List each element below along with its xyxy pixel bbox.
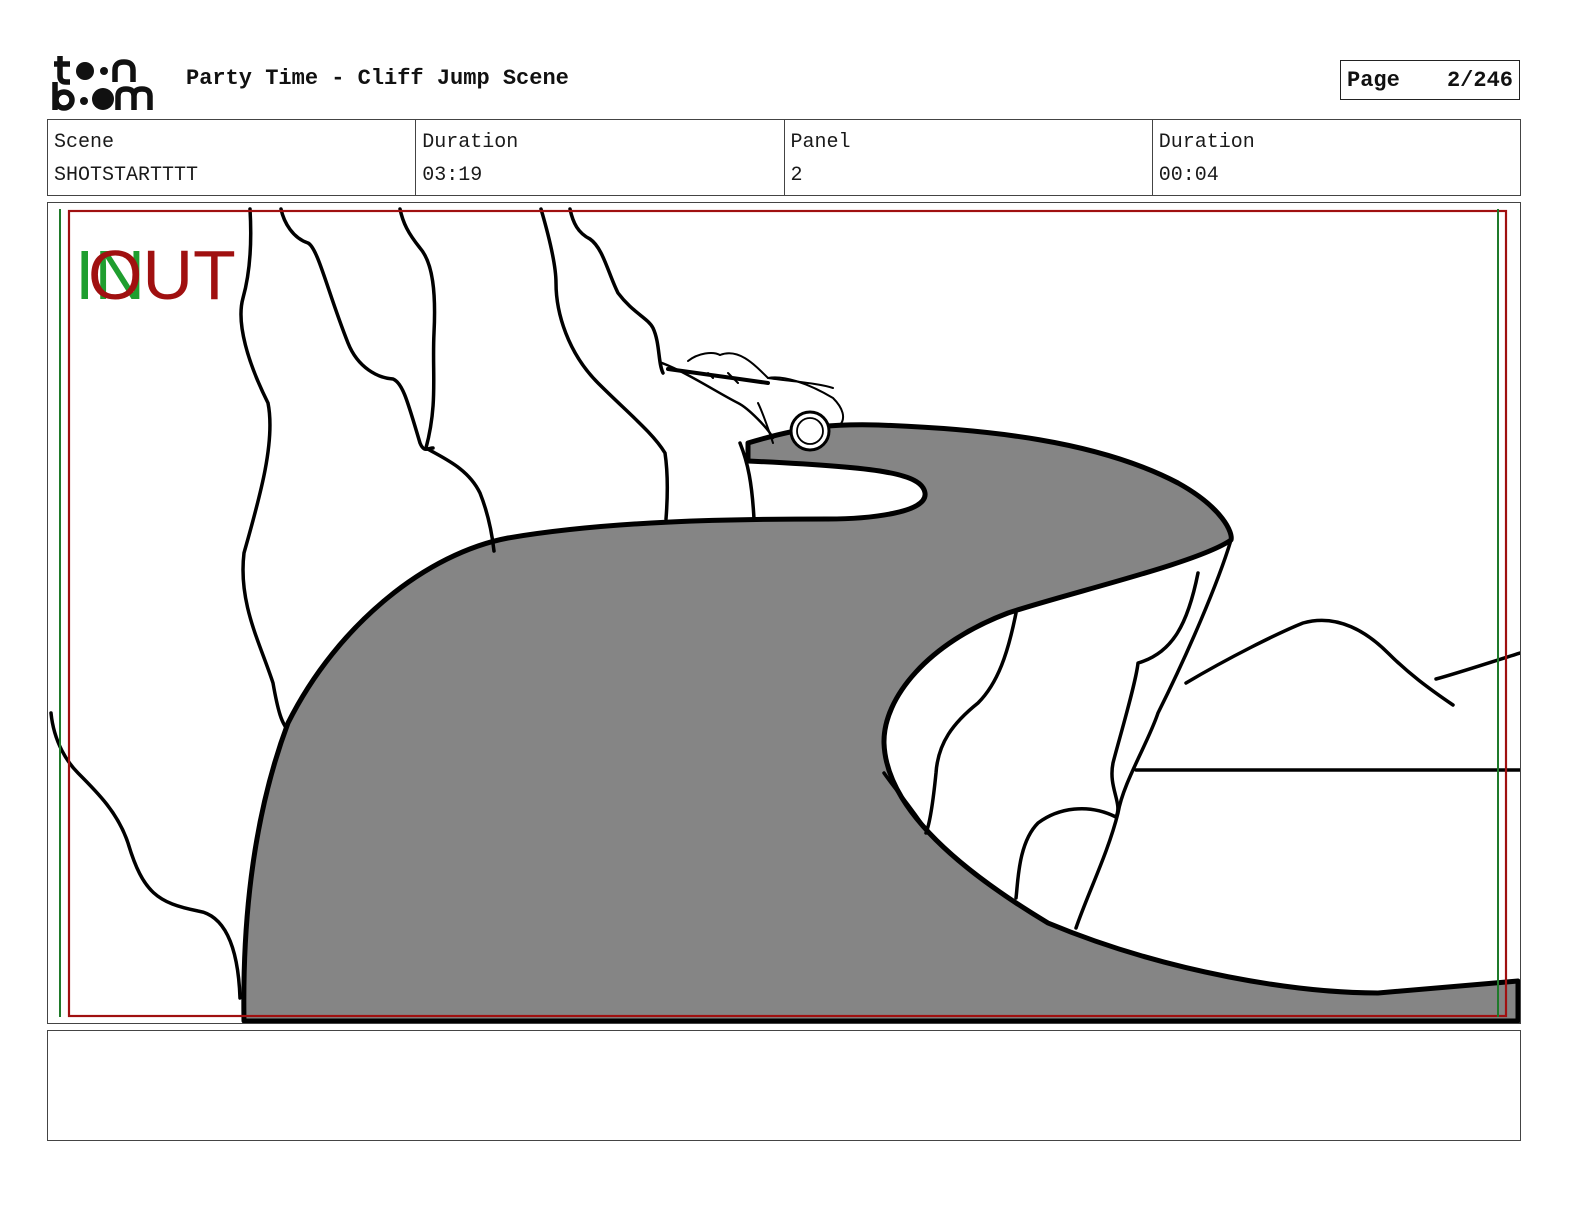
toonboom-logo-mark (52, 56, 153, 111)
scene-duration-label: Duration (422, 131, 519, 154)
document-title: Party Time - Cliff Jump Scene (186, 66, 569, 91)
panel-label: Panel (790, 131, 851, 154)
cliff-road (241, 422, 1520, 1023)
panel-drawing: IN OUT (49, 207, 1520, 1023)
scene-cell: Scene SHOTSTARTTTT (48, 120, 417, 195)
panel-duration-value: 00:04 (1158, 164, 1219, 187)
out-marker: OUT (88, 236, 236, 314)
scene-duration-value: 03:19 (422, 164, 483, 187)
car-sketch (660, 352, 845, 452)
storyboard-panel: IN OUT (47, 202, 1521, 1024)
panel-value: 2 (790, 164, 803, 187)
panel-duration-cell: Duration 00:04 (1153, 120, 1520, 195)
panel-notes-box[interactable] (47, 1030, 1521, 1141)
scene-value: SHOTSTARTTTT (54, 164, 199, 187)
panel-info-table: Scene SHOTSTARTTTT Duration 03:19 Panel … (47, 119, 1521, 196)
scene-duration-cell: Duration 03:19 (416, 120, 785, 195)
panel-cell: Panel 2 (785, 120, 1153, 195)
toonboom-logo (52, 52, 164, 112)
page-number: 2/246 (1446, 67, 1513, 93)
page-label: Page (1347, 67, 1400, 93)
page-indicator: Page 2/246 (1340, 60, 1520, 100)
panel-duration-label: Duration (1158, 131, 1255, 154)
scene-label: Scene (54, 131, 115, 154)
